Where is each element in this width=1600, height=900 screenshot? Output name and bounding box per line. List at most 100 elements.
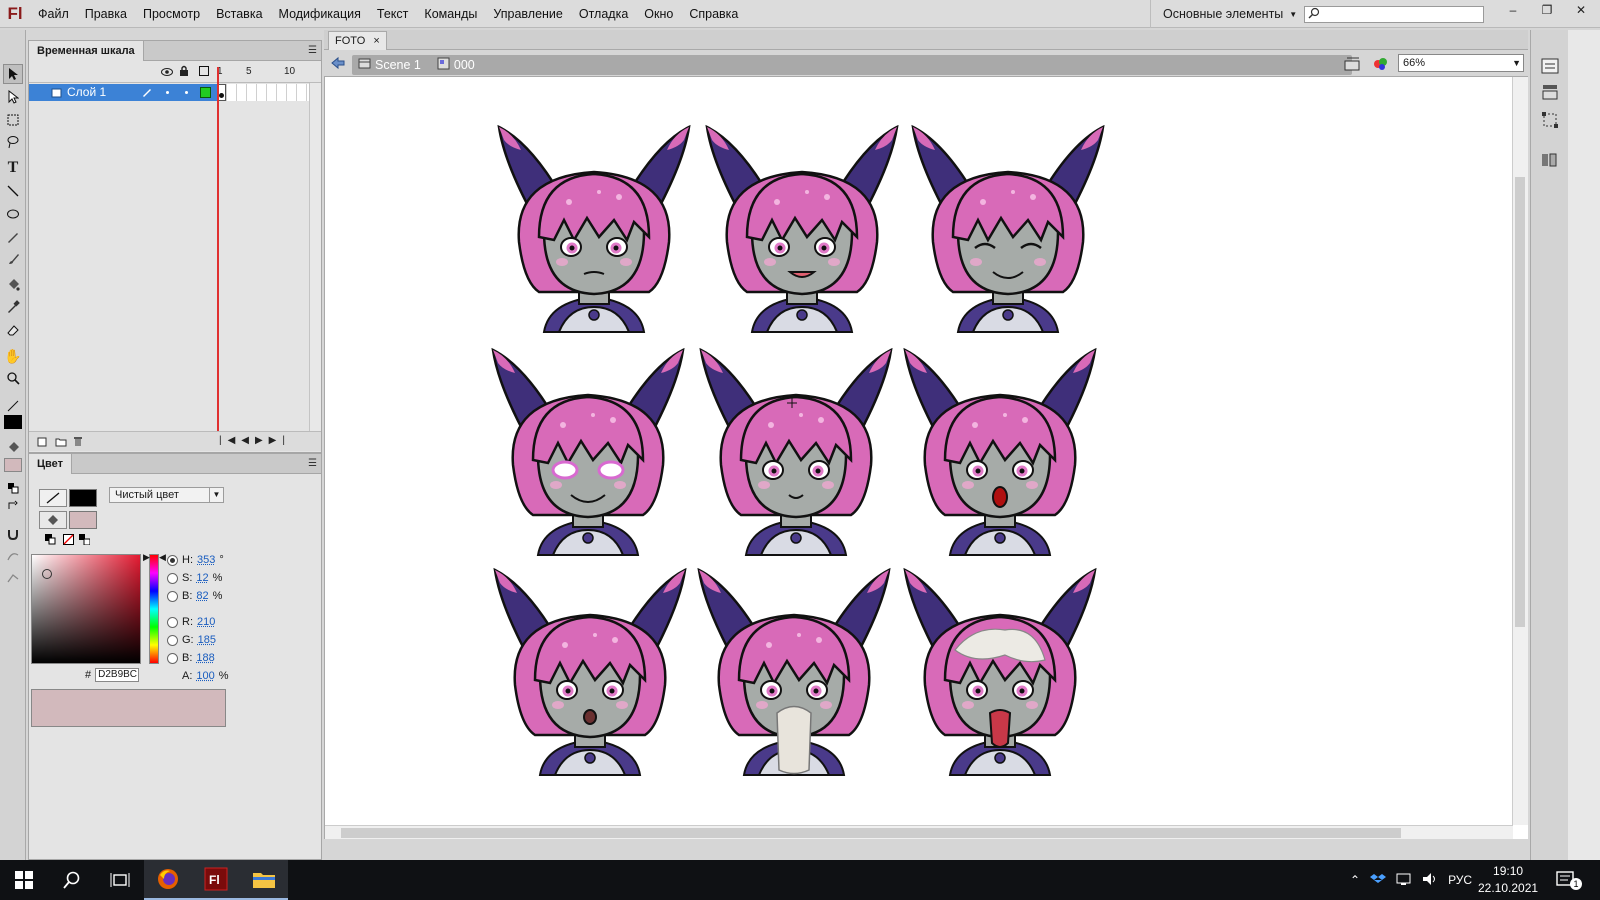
- alpha-value[interactable]: 100: [196, 670, 214, 682]
- radio-brightness[interactable]: [167, 590, 178, 602]
- swap-colors-icon[interactable]: [3, 496, 23, 516]
- layer-visible-dot[interactable]: [166, 91, 169, 94]
- eraser-tool-icon[interactable]: [3, 320, 23, 340]
- windows-start-icon[interactable]: [0, 860, 48, 900]
- paint-bucket-tool-icon[interactable]: [3, 275, 23, 295]
- clock[interactable]: 19:10 22.10.2021: [1478, 863, 1538, 897]
- smooth-icon[interactable]: [3, 546, 23, 566]
- menu-text[interactable]: Текст: [369, 0, 416, 28]
- no-color-icon[interactable]: [63, 534, 74, 548]
- stroke-color-button[interactable]: [39, 489, 67, 507]
- stroke-color-icon[interactable]: [3, 396, 23, 416]
- color-type-select[interactable]: Чистый цвет ▼: [109, 487, 224, 503]
- radio-green[interactable]: [167, 634, 178, 646]
- lock-icon[interactable]: [179, 65, 189, 80]
- tab-color[interactable]: Цвет: [29, 454, 73, 474]
- chevron-up-icon[interactable]: ⌃: [1350, 873, 1360, 887]
- hue-pointer-icon[interactable]: ▶: [143, 552, 150, 563]
- playback-controls[interactable]: |◀◀▶▶|: [219, 435, 291, 446]
- default-colors-icon[interactable]: [3, 478, 23, 498]
- new-folder-icon[interactable]: [55, 436, 67, 450]
- radio-blue[interactable]: [167, 652, 178, 664]
- character-sprite[interactable]: [491, 348, 685, 557]
- properties-icon[interactable]: [1540, 56, 1560, 76]
- language-indicator[interactable]: РУС: [1448, 873, 1472, 887]
- green-value[interactable]: 185: [198, 634, 216, 646]
- breadcrumb-symbol[interactable]: 000: [437, 57, 475, 73]
- subselection-tool-icon[interactable]: [3, 87, 23, 107]
- network-icon[interactable]: [1396, 872, 1412, 889]
- horizontal-scroll-thumb[interactable]: [341, 828, 1401, 838]
- timeline-scrollbar[interactable]: [309, 83, 321, 431]
- volume-icon[interactable]: [1422, 872, 1438, 889]
- character-sprite[interactable]: [497, 125, 691, 334]
- eye-icon[interactable]: [161, 66, 173, 80]
- blue-value[interactable]: 188: [196, 652, 214, 664]
- fill-color-button[interactable]: [39, 511, 67, 529]
- menu-control[interactable]: Управление: [485, 0, 571, 28]
- breadcrumb-scene[interactable]: Scene 1: [358, 57, 421, 73]
- trash-icon[interactable]: [73, 436, 83, 450]
- edit-scene-icon[interactable]: [1344, 56, 1364, 75]
- help-search-input[interactable]: [1304, 6, 1484, 23]
- playhead[interactable]: [217, 67, 219, 431]
- new-layer-icon[interactable]: [37, 436, 48, 450]
- close-button[interactable]: ✕: [1564, 0, 1598, 20]
- library-icon[interactable]: [1540, 82, 1560, 102]
- layer-lock-dot[interactable]: [185, 91, 188, 94]
- tab-document[interactable]: FOTO ×: [328, 31, 387, 50]
- edit-symbol-icon[interactable]: [1372, 56, 1392, 75]
- zoom-select[interactable]: 66% ▼: [1398, 54, 1524, 72]
- frame-cells[interactable]: [217, 84, 309, 101]
- radio-saturation[interactable]: [167, 572, 178, 584]
- radio-hue[interactable]: [167, 554, 178, 566]
- picker-cursor[interactable]: [42, 569, 52, 579]
- outline-icon[interactable]: [199, 66, 209, 76]
- fill-color-icon[interactable]: [3, 438, 23, 458]
- character-sprite[interactable]: [699, 348, 893, 557]
- stroke-color-swatch[interactable]: [4, 415, 22, 429]
- dropbox-icon[interactable]: [1370, 872, 1387, 889]
- menu-view[interactable]: Просмотр: [135, 0, 208, 28]
- hand-tool-icon[interactable]: ✋: [3, 346, 23, 366]
- snap-magnet-icon[interactable]: [3, 524, 23, 544]
- maximize-button[interactable]: ❐: [1530, 0, 1564, 20]
- workspace-switcher[interactable]: Основные элементы ▼: [1150, 0, 1297, 28]
- vertical-scroll-thumb[interactable]: [1515, 177, 1525, 627]
- field-brightness[interactable]: B: 82 %: [167, 590, 222, 602]
- radio-red[interactable]: [167, 616, 178, 628]
- search-icon[interactable]: [48, 860, 96, 900]
- panel-menu-icon[interactable]: ☰: [308, 45, 317, 56]
- field-red[interactable]: R: 210: [167, 616, 215, 628]
- flash-app-icon[interactable]: Fl: [192, 860, 240, 900]
- pencil-tool-icon[interactable]: [3, 227, 23, 247]
- hue-value[interactable]: 353: [197, 554, 215, 566]
- stage-vertical-scrollbar[interactable]: [1512, 77, 1528, 825]
- menu-debug[interactable]: Отладка: [571, 0, 636, 28]
- firefox-icon[interactable]: [144, 860, 192, 900]
- stage[interactable]: [324, 77, 1528, 839]
- tab-timeline[interactable]: Временная шкала: [29, 41, 144, 61]
- stage-horizontal-scrollbar[interactable]: [325, 825, 1513, 839]
- stage-canvas[interactable]: [325, 77, 1513, 825]
- red-value[interactable]: 210: [197, 616, 215, 628]
- stroke-swatch[interactable]: [69, 489, 97, 507]
- swap-colors-icon[interactable]: [79, 534, 91, 548]
- menu-insert[interactable]: Вставка: [208, 0, 270, 28]
- field-saturation[interactable]: S: 12 %: [167, 572, 222, 584]
- file-explorer-icon[interactable]: [240, 860, 288, 900]
- back-arrow-icon[interactable]: [330, 56, 346, 73]
- free-transform-tool-icon[interactable]: [3, 110, 23, 130]
- character-sprite[interactable]: [911, 125, 1105, 334]
- character-sprite[interactable]: [705, 125, 899, 334]
- menu-window[interactable]: Окно: [636, 0, 681, 28]
- eyedropper-tool-icon[interactable]: [3, 297, 23, 317]
- character-sprite[interactable]: [493, 568, 687, 777]
- task-view-icon[interactable]: [96, 860, 144, 900]
- selection-tool-icon[interactable]: [3, 64, 23, 84]
- character-sprite[interactable]: [697, 568, 891, 777]
- character-sprite[interactable]: [903, 568, 1097, 777]
- notification-icon[interactable]: 1: [1556, 870, 1582, 893]
- text-tool-icon[interactable]: T: [3, 158, 23, 178]
- field-alpha[interactable]: A: 100 %: [182, 670, 229, 682]
